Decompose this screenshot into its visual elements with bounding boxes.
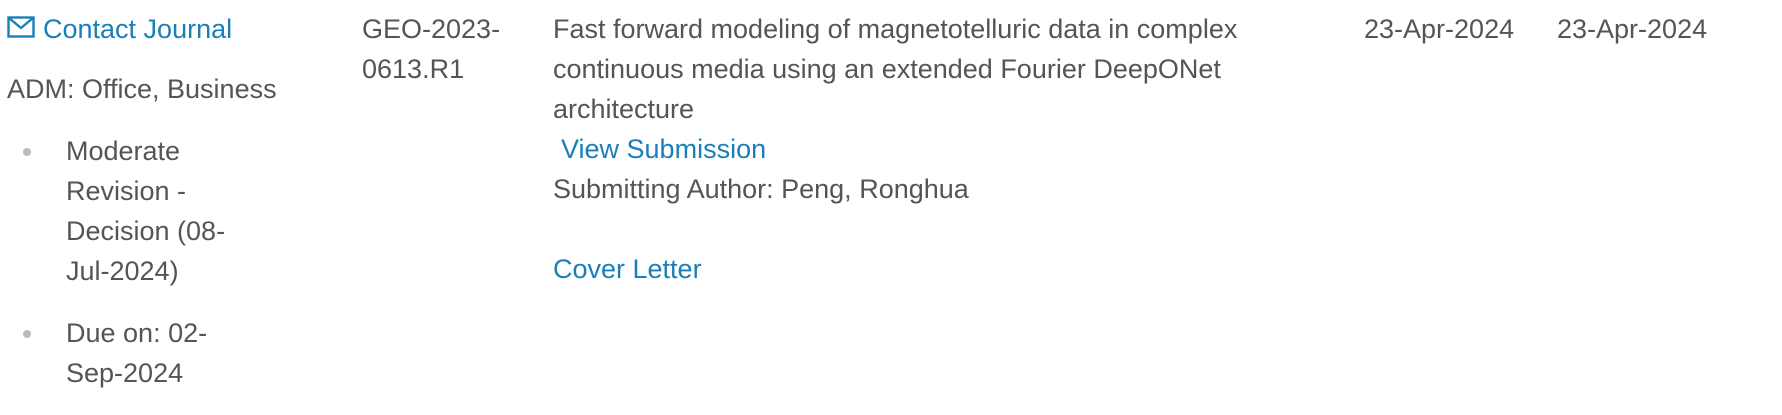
status-list-item: Due on: 02-Sep-2024 (7, 313, 256, 393)
status-list-item: Moderate Revision - Decision (08-Jul-202… (7, 131, 256, 291)
envelope-icon (7, 9, 43, 49)
status-date: 23-Apr-2024 (1557, 14, 1708, 44)
date-submitted: 23-Apr-2024 (1364, 14, 1515, 44)
status-column: Contact Journal ADM: Office, Business Mo… (7, 9, 347, 415)
adm-label: ADM: Office, Business (7, 74, 277, 104)
submitting-author: Submitting Author: Peng, Ronghua (553, 174, 969, 204)
contact-journal-label[interactable]: Contact Journal (43, 9, 232, 49)
bullet-icon (23, 330, 31, 338)
cover-letter-link[interactable]: Cover Letter (553, 249, 702, 289)
manuscript-title: Fast forward modeling of magnetotelluric… (553, 14, 1238, 124)
view-submission-link[interactable]: View Submission (561, 129, 766, 169)
status-list: Moderate Revision - Decision (08-Jul-202… (7, 131, 347, 393)
decision-status: Moderate Revision - Decision (08-Jul-202… (66, 136, 226, 286)
title-column: Fast forward modeling of magnetotelluric… (553, 9, 1283, 289)
contact-journal-link[interactable]: Contact Journal (7, 9, 232, 49)
bullet-icon (23, 148, 31, 156)
due-date: Due on: 02-Sep-2024 (66, 318, 208, 388)
manuscript-id: GEO-2023-0613.R1 (362, 14, 501, 84)
